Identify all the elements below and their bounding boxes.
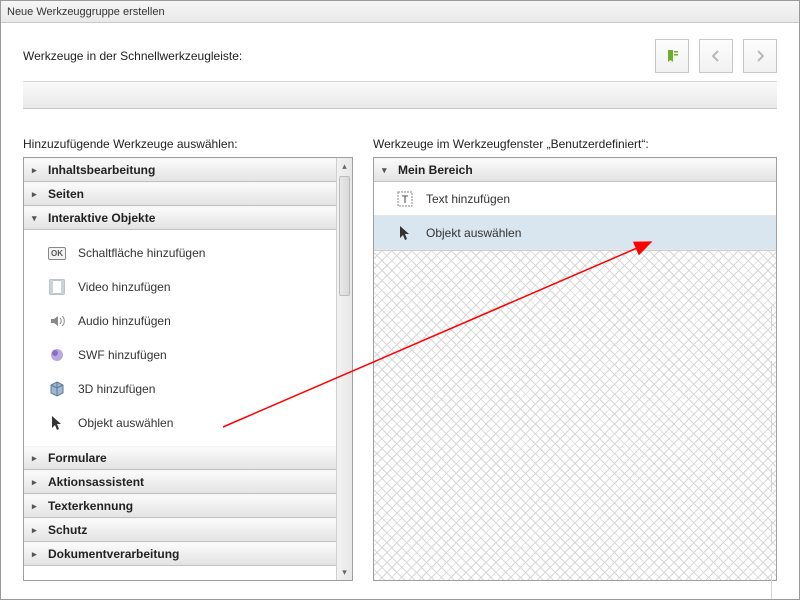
chevron-right-icon — [755, 50, 765, 62]
speaker-icon — [48, 312, 66, 330]
section-inhaltsbearbeitung[interactable]: ▸ Inhaltsbearbeitung — [24, 158, 336, 182]
next-button[interactable] — [743, 39, 777, 73]
cursor-icon — [48, 414, 66, 432]
new-group-button[interactable] — [655, 39, 689, 73]
button-icon: OK — [48, 244, 66, 262]
section-label: Texterkennung — [48, 499, 133, 513]
chevron-right-icon: ▸ — [32, 477, 42, 488]
tool-label: Text hinzufügen — [426, 192, 510, 206]
text-icon: T — [396, 190, 414, 208]
chevron-right-icon: ▸ — [32, 501, 42, 512]
tool-3d[interactable]: 3D hinzufügen — [24, 372, 336, 406]
section-texterkennung[interactable]: ▸ Texterkennung — [24, 494, 336, 518]
chevron-right-icon: ▸ — [32, 189, 42, 200]
tool-label: Video hinzufügen — [78, 280, 171, 294]
drop-zone[interactable] — [374, 250, 776, 580]
section-dokumentverarbeitung[interactable]: ▸ Dokumentverarbeitung — [24, 542, 336, 566]
section-aktionsassistent[interactable]: ▸ Aktionsassistent — [24, 470, 336, 494]
section-label: Mein Bereich — [398, 163, 473, 177]
swf-icon — [48, 346, 66, 364]
right-tool-text[interactable]: T Text hinzufügen — [374, 182, 776, 216]
tool-label: SWF hinzufügen — [78, 348, 167, 362]
chevron-right-icon: ▸ — [32, 549, 42, 560]
bookmark-icon — [664, 48, 680, 64]
window-title: Neue Werkzeuggruppe erstellen — [7, 6, 165, 18]
section-label: Aktionsassistent — [48, 475, 144, 489]
cube-icon — [48, 380, 66, 398]
chevron-right-icon: ▸ — [32, 453, 42, 464]
cursor-icon — [396, 224, 414, 242]
tool-schaltflaeche[interactable]: OK Schaltfläche hinzufügen — [24, 236, 336, 270]
tool-audio[interactable]: Audio hinzufügen — [24, 304, 336, 338]
section-label: Inhaltsbearbeitung — [48, 163, 155, 177]
tool-label: Schaltfläche hinzufügen — [78, 246, 205, 260]
scroll-up-icon[interactable]: ▴ — [337, 158, 352, 174]
section-label: Interaktive Objekte — [48, 211, 155, 225]
window-titlebar: Neue Werkzeuggruppe erstellen — [1, 1, 799, 23]
tool-video[interactable]: Video hinzufügen — [24, 270, 336, 304]
chevron-down-icon: ▾ — [382, 165, 392, 176]
section-label: Schutz — [48, 523, 87, 537]
section-label: Formulare — [48, 451, 107, 465]
tool-label: Objekt auswählen — [78, 416, 173, 430]
section-mein-bereich[interactable]: ▾ Mein Bereich — [374, 158, 776, 182]
right-edge-buttons — [771, 307, 777, 599]
quickbar-strip — [23, 81, 777, 109]
chevron-left-icon — [711, 50, 721, 62]
chevron-down-icon: ▾ — [32, 213, 42, 224]
section-label: Dokumentverarbeitung — [48, 547, 179, 561]
prev-button[interactable] — [699, 39, 733, 73]
tool-label: 3D hinzufügen — [78, 382, 155, 396]
right-tool-objekt[interactable]: Objekt auswählen — [374, 216, 776, 250]
tool-label: Objekt auswählen — [426, 226, 521, 240]
tool-objekt-auswaehlen[interactable]: Objekt auswählen — [24, 406, 336, 440]
section-formulare[interactable]: ▸ Formulare — [24, 446, 336, 470]
quickbar-label: Werkzeuge in der Schnellwerkzeugleiste: — [23, 49, 655, 63]
scroll-down-icon[interactable]: ▾ — [337, 564, 352, 580]
section-schutz[interactable]: ▸ Schutz — [24, 518, 336, 542]
tool-label: Audio hinzufügen — [78, 314, 171, 328]
selected-tools-panel: ▾ Mein Bereich T Text hinzufügen Objekt a… — [373, 157, 777, 581]
left-scrollbar[interactable]: ▴ ▾ — [336, 158, 352, 580]
svg-text:T: T — [402, 194, 409, 206]
film-icon — [48, 278, 66, 296]
section-interaktive-objekte[interactable]: ▾ Interaktive Objekte — [24, 206, 336, 230]
section-seiten[interactable]: ▸ Seiten — [24, 182, 336, 206]
right-panel-label: Werkzeuge im Werkzeugfenster „Benutzerde… — [373, 137, 777, 151]
scroll-thumb[interactable] — [339, 176, 350, 296]
tool-swf[interactable]: SWF hinzufügen — [24, 338, 336, 372]
available-tools-panel: ▸ Inhaltsbearbeitung ▸ Seiten ▾ Interaktive… — [23, 157, 353, 581]
left-panel-label: Hinzuzufügende Werkzeuge auswählen: — [23, 137, 353, 151]
chevron-right-icon: ▸ — [32, 525, 42, 536]
section-label: Seiten — [48, 187, 84, 201]
chevron-right-icon: ▸ — [32, 165, 42, 176]
